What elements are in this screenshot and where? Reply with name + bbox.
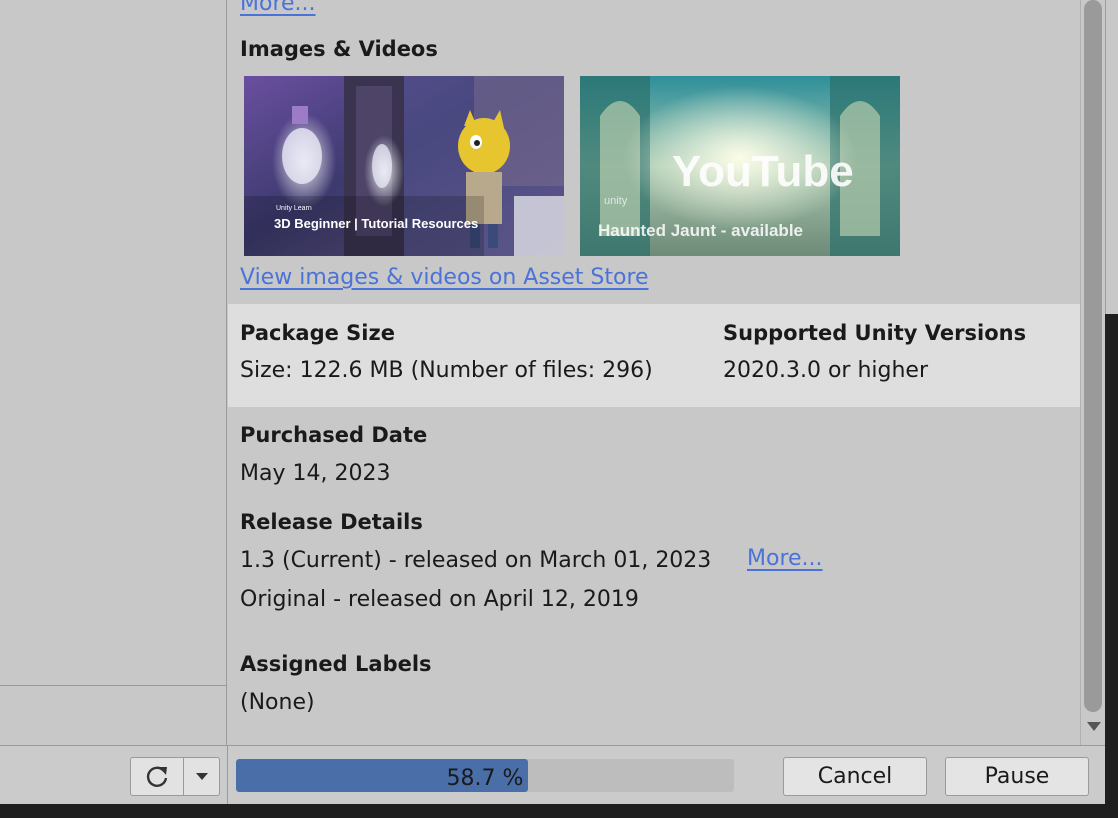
images-videos-title: Images & Videos: [240, 37, 438, 61]
cancel-button[interactable]: Cancel: [783, 757, 927, 796]
supported-versions-title: Supported Unity Versions: [723, 321, 1027, 345]
description-more-link[interactable]: More...: [240, 0, 316, 16]
refresh-dropdown-button[interactable]: [184, 758, 219, 795]
view-media-asset-store-link[interactable]: View images & videos on Asset Store: [240, 265, 649, 290]
refresh-icon: [147, 766, 168, 787]
toolbar-separator: [227, 746, 228, 804]
package-size-value: Size: 122.6 MB (Number of files: 296): [240, 358, 653, 383]
package-manager-window: More... Images & Videos Unity Learn 3D B…: [0, 0, 1105, 804]
assigned-labels-title: Assigned Labels: [240, 652, 432, 676]
release-original: Original - released on April 12, 2019: [240, 587, 639, 612]
purchased-date-value: May 14, 2023: [240, 461, 391, 486]
release-details-title: Release Details: [240, 510, 423, 534]
details-scrollbar[interactable]: [1080, 0, 1105, 745]
progress-label: 58.7 %: [446, 766, 524, 791]
package-size-section: Package Size Size: 122.6 MB (Number of f…: [228, 304, 1080, 407]
release-more-link[interactable]: More...: [747, 546, 823, 571]
download-progress-bar: 58.7 %: [236, 759, 734, 792]
youtube-logo-text: YouTube: [672, 147, 854, 196]
package-size-title: Package Size: [240, 321, 395, 345]
assigned-labels-value: (None): [240, 690, 315, 715]
tutorial-thumb-caption: 3D Beginner | Tutorial Resources: [274, 216, 478, 231]
purchased-date-title: Purchased Date: [240, 423, 428, 447]
package-list-pane: [0, 0, 227, 745]
media-thumbnail-tutorial[interactable]: Unity Learn 3D Beginner | Tutorial Resou…: [244, 76, 564, 256]
background-window-edge: [1105, 0, 1118, 314]
tutorial-thumbnail-image: Unity Learn 3D Beginner | Tutorial Resou…: [244, 76, 564, 256]
release-current: 1.3 (Current) - released on March 01, 20…: [240, 548, 712, 573]
list-divider: [0, 685, 227, 686]
refresh-button[interactable]: [131, 758, 185, 795]
supported-versions-value: 2020.3.0 or higher: [723, 358, 929, 383]
scrollbar-thumb[interactable]: [1084, 0, 1102, 712]
youtube-thumbnail-image: YouTube unity Haunted Jaunt - available: [580, 76, 900, 256]
chevron-down-icon: [195, 772, 208, 780]
pause-button[interactable]: Pause: [945, 757, 1089, 796]
package-details-pane: More... Images & Videos Unity Learn 3D B…: [228, 0, 1080, 745]
tutorial-thumb-brand: Unity Learn: [276, 205, 312, 212]
desktop-background: [1105, 314, 1118, 818]
bottom-toolbar: 58.7 % Cancel Pause: [0, 745, 1105, 804]
media-thumbnail-video[interactable]: YouTube unity Haunted Jaunt - available: [580, 76, 900, 256]
video-thumb-brand: unity: [604, 195, 628, 207]
refresh-button-group: [130, 757, 220, 796]
scroll-down-arrow-icon[interactable]: [1087, 722, 1101, 731]
video-thumb-caption: Haunted Jaunt - available: [598, 221, 803, 240]
